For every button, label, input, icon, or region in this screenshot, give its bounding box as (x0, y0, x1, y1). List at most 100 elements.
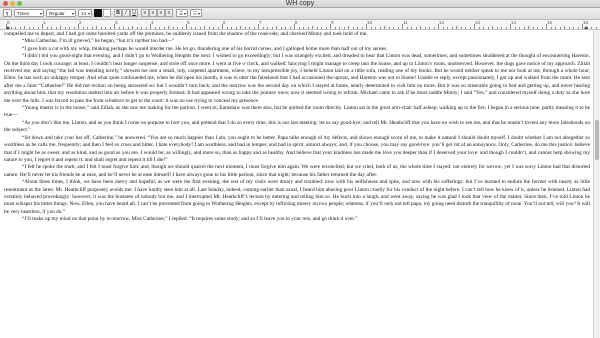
ruler-tick (307, 27, 309, 29)
ruler-tick (37, 27, 39, 29)
font-size-select[interactable]: 14 ▾ (78, 9, 92, 17)
ruler-tick (483, 27, 484, 29)
paragraph-style-icon: ¶ (6, 11, 9, 16)
justify-button[interactable]: ≡ (165, 9, 173, 17)
ruler-tick (339, 27, 340, 29)
font-style-select[interactable]: Regular ▾ (46, 9, 76, 17)
document-area[interactable]: compelled me to depart, and I had got so… (0, 30, 594, 338)
paragraph[interactable]: “About three times, I think, we have bee… (4, 179, 590, 216)
paragraph[interactable]: “I didn’t bid you good-night that evenin… (4, 53, 590, 105)
list-style-select[interactable]: ☷ ▾ (190, 9, 202, 17)
ruler-tick (325, 27, 327, 29)
paragraph-style-menu[interactable]: ¶ (3, 9, 12, 17)
paragraph[interactable]: “I felt he spoke the truth; and I felt I… (4, 164, 590, 179)
ruler-tick (235, 27, 237, 29)
ruler-tick (465, 27, 466, 29)
ruler-tick (451, 27, 453, 29)
paragraph[interactable]: “Young master is in the house,” said Zil… (4, 105, 590, 120)
line-spacing-select[interactable]: ☰ ▾ (176, 9, 188, 17)
ruler-tick (384, 26, 385, 29)
ruler-tick (510, 24, 511, 29)
ruler-number: 14 (511, 20, 517, 25)
paragraph[interactable]: “As you don’t like me, Linton, and as yo… (4, 120, 590, 135)
font-family-select[interactable]: Times ▾ (14, 9, 44, 17)
document-text[interactable]: compelled me to depart, and I had got so… (0, 30, 594, 224)
ruler-tick (375, 27, 376, 29)
ruler-tick (253, 27, 255, 29)
paragraph[interactable]: “I’ll make up my mind on that point by t… (4, 216, 590, 223)
ruler-tick (172, 27, 174, 29)
text-color-well[interactable] (94, 9, 102, 17)
ruler-tick (285, 27, 286, 29)
ruler-tick (334, 27, 336, 29)
ruler-tick (496, 27, 498, 29)
ruler-tick (402, 24, 403, 29)
background-color-well[interactable] (103, 9, 111, 17)
ruler-number: 7 (259, 20, 262, 25)
ruler[interactable]: 0 1 2 3 4 5 6 7 8 9 10 11 12 13 14 15 16 (0, 20, 600, 30)
chevron-down-icon: ▾ (39, 11, 42, 16)
ruler-tick (163, 27, 165, 29)
ruler-tick (523, 27, 525, 29)
ruler-tick (267, 27, 268, 29)
ruler-tick (321, 27, 322, 29)
ruler-tick (492, 26, 493, 29)
ruler-tick (195, 27, 196, 29)
editor-window: WH copy ¶ Times ▾ Regular ▾ 14 ▾ B I U ≡… (0, 0, 600, 338)
ruler-tick (582, 24, 583, 29)
ruler-tick (393, 27, 394, 29)
ruler-tick (123, 27, 124, 29)
ruler-tick (249, 27, 250, 29)
font-family-value: Times (17, 11, 30, 16)
ruler-tick (276, 26, 277, 29)
ruler-tick (177, 27, 178, 29)
ruler-tick (280, 27, 282, 29)
scrollbar-thumb[interactable] (595, 120, 599, 160)
ruler-tick (312, 26, 313, 29)
ruler-number: 11 (403, 20, 408, 25)
underline-button[interactable]: U (130, 9, 138, 17)
bold-button[interactable]: B (114, 9, 122, 17)
ruler-tick (519, 27, 520, 29)
right-indent-marker[interactable] (584, 26, 588, 29)
left-indent-marker[interactable] (6, 26, 10, 29)
vertical-scrollbar[interactable] (593, 30, 600, 338)
ruler-tick (442, 27, 444, 29)
list-bullets-icon: ☷ (193, 11, 198, 16)
ruler-tick (199, 27, 201, 29)
ruler-tick (96, 26, 97, 29)
ruler-tick (348, 26, 349, 29)
ruler-tick (141, 27, 142, 29)
ruler-number: 1 (43, 20, 46, 25)
ruler-number: 9 (331, 20, 334, 25)
ruler-number: 5 (187, 20, 190, 25)
ruler-tick (411, 27, 412, 29)
align-center-button[interactable]: ≡ (149, 9, 157, 17)
chevron-down-icon: ▾ (183, 11, 186, 16)
chevron-down-icon: ▾ (87, 11, 90, 16)
ruler-tick (231, 27, 232, 29)
ruler-number: 10 (367, 20, 373, 25)
paragraph[interactable]: “Sit down and take your hat off, Catheri… (4, 135, 590, 165)
ruler-tick (181, 27, 183, 29)
font-style-value: Regular (49, 11, 65, 16)
ruler-tick (438, 24, 439, 29)
ruler-tick (240, 26, 241, 29)
ruler-tick (24, 26, 25, 29)
format-toolbar: ¶ Times ▾ Regular ▾ 14 ▾ B I U ≡ ≡ ≡ ≡ ☰… (0, 8, 600, 20)
ruler-tick (91, 27, 93, 29)
align-left-icon: ≡ (143, 10, 147, 16)
align-right-button[interactable]: ≡ (157, 9, 165, 17)
ruler-tick (447, 27, 448, 29)
ruler-tick (190, 27, 192, 29)
ruler-tick (186, 24, 187, 29)
italic-button[interactable]: I (122, 9, 130, 17)
ruler-tick (33, 27, 34, 29)
ruler-tick (573, 27, 574, 29)
ruler-tick (204, 26, 205, 29)
ruler-tick (487, 27, 489, 29)
paragraph[interactable]: “Miss Catherine, I’m ill grieved,” he be… (4, 38, 590, 45)
ruler-tick (100, 27, 102, 29)
align-left-button[interactable]: ≡ (141, 9, 149, 17)
ruler-tick (415, 27, 417, 29)
